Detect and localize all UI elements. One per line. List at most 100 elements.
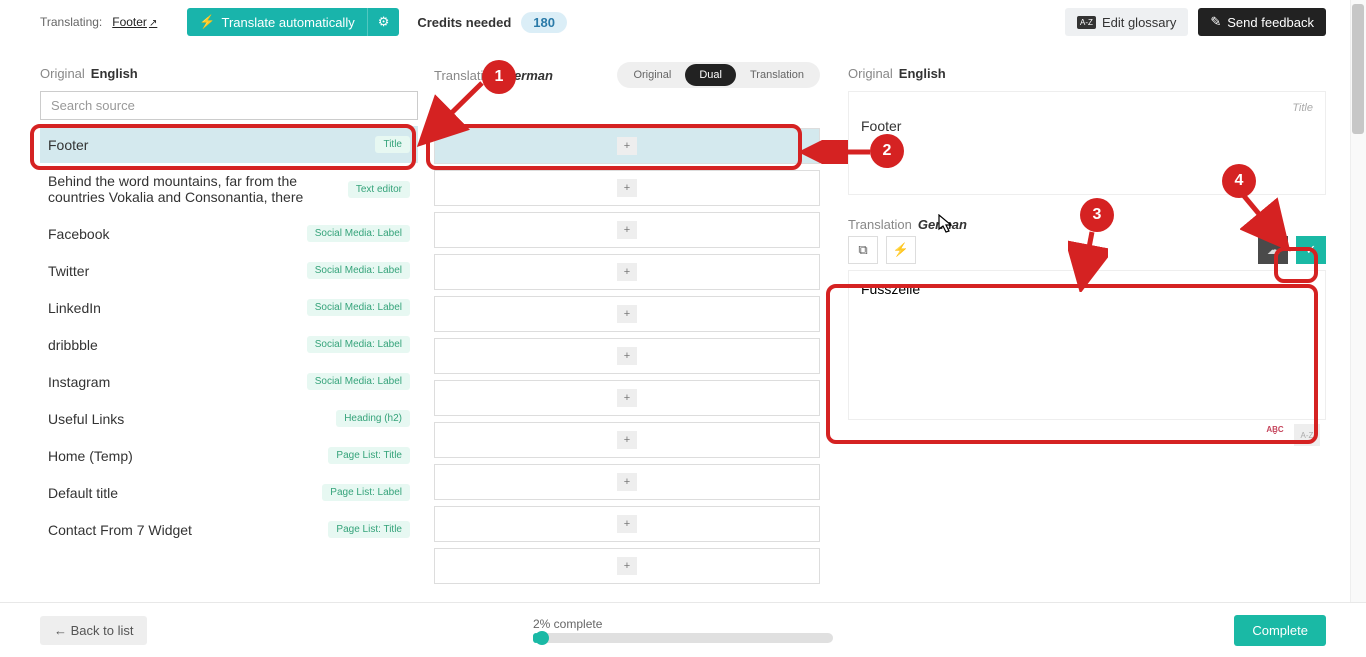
source-row[interactable]: Twitter Social Media: Label: [40, 252, 418, 289]
search-input[interactable]: [40, 91, 418, 120]
detail-original-box: Title Footer: [848, 91, 1326, 195]
source-row-badge: Page List: Title: [328, 447, 410, 464]
plus-icon: +: [617, 347, 637, 365]
view-toggle-translation[interactable]: Translation: [736, 64, 818, 86]
top-toolbar: Translating: Footer↗ ⚡ Translate automat…: [0, 0, 1366, 45]
plus-icon: +: [617, 557, 637, 575]
send-feedback-label: Send feedback: [1227, 15, 1314, 30]
original-header: Original English: [40, 48, 418, 91]
source-row[interactable]: FooterTitle: [40, 126, 418, 163]
source-row[interactable]: Useful Links Heading (h2): [40, 400, 418, 437]
translation-rows-list: + + + + + + + + + + +: [434, 124, 820, 602]
detail-translation-lang: German: [918, 217, 967, 232]
edit-glossary-label: Edit glossary: [1102, 15, 1176, 30]
progress-knob: [535, 631, 549, 645]
plus-icon: +: [617, 137, 637, 155]
translation-footer-tools: ABC ˇ A-Z: [848, 420, 1326, 446]
translating-label: Translating:: [40, 15, 102, 29]
view-toggle-dual[interactable]: Dual: [685, 64, 736, 86]
complete-button[interactable]: Complete: [1234, 615, 1326, 646]
translation-toolbar: ⧉ ⚡ ☁ ✓: [848, 236, 1326, 270]
copy-icon: ⧉: [858, 242, 867, 258]
translation-cell[interactable]: +: [434, 506, 820, 542]
main-panel: Original English FooterTitleBehind the w…: [0, 48, 1366, 602]
source-row[interactable]: dribbble Social Media: Label: [40, 326, 418, 363]
plus-icon: +: [617, 515, 637, 533]
translate-automatically-button[interactable]: ⚡ Translate automatically: [187, 8, 366, 36]
source-row-text: Contact From 7 Widget: [48, 522, 192, 538]
translation-cell[interactable]: +: [434, 212, 820, 248]
translation-cell[interactable]: +: [434, 338, 820, 374]
source-row-badge: Social Media: Label: [307, 336, 410, 353]
source-row[interactable]: Default titlePage List: Label: [40, 474, 418, 511]
source-row-badge: Social Media: Label: [307, 262, 410, 279]
source-row-badge: Social Media: Label: [307, 373, 410, 390]
source-row-text: Home (Temp): [48, 448, 133, 464]
detail-original-badge: Title: [1292, 102, 1313, 114]
bolt-icon: ⚡: [893, 242, 909, 258]
translate-settings-button[interactable]: ⚙: [367, 8, 400, 36]
source-row[interactable]: Facebook Social Media: Label: [40, 215, 418, 252]
edit-glossary-button[interactable]: A-Z Edit glossary: [1065, 8, 1188, 36]
translation-cell[interactable]: +: [434, 422, 820, 458]
plus-icon: +: [617, 473, 637, 491]
progress-track: [533, 633, 833, 643]
translation-textarea[interactable]: [848, 270, 1326, 420]
send-feedback-button[interactable]: ✎ Send feedback: [1198, 8, 1326, 36]
copy-source-button[interactable]: ⧉: [848, 236, 878, 264]
plus-icon: +: [617, 221, 637, 239]
source-row-text: Facebook: [48, 226, 109, 242]
glossary-lookup-icon[interactable]: A-Z: [1294, 424, 1320, 446]
upload-button[interactable]: ☁: [1258, 236, 1288, 264]
source-row[interactable]: Contact From 7 WidgetPage List: Title: [40, 511, 418, 548]
source-row[interactable]: Instagram Social Media: Label: [40, 363, 418, 400]
source-row-text: dribbble: [48, 337, 98, 353]
translate-auto-label: Translate automatically: [222, 15, 355, 30]
spellcheck-icon[interactable]: ABC ˇ: [1262, 424, 1288, 446]
detail-translation-header: Translation German: [848, 205, 1326, 236]
back-to-list-button[interactable]: ← Back to list: [40, 616, 147, 645]
detail-original-text: Footer: [849, 114, 1325, 194]
view-toggle-original[interactable]: Original: [619, 64, 685, 86]
detail-original-header: Original English: [848, 48, 1326, 91]
plus-icon: +: [617, 431, 637, 449]
auto-translate-button[interactable]: ⚡: [886, 236, 916, 264]
original-header-lang: English: [91, 66, 138, 81]
translation-cell[interactable]: +: [434, 464, 820, 500]
pencil-icon: ✎: [1210, 14, 1221, 30]
source-row-badge: Page List: Label: [322, 484, 410, 501]
translation-header-lang: German: [504, 68, 553, 83]
translation-cell[interactable]: +: [434, 254, 820, 290]
translate-auto-group: ⚡ Translate automatically ⚙: [187, 8, 399, 36]
source-row-badge: Heading (h2): [336, 410, 410, 427]
source-row[interactable]: LinkedInSocial Media: Label: [40, 289, 418, 326]
source-row[interactable]: Home (Temp) Page List: Title: [40, 437, 418, 474]
translation-cell[interactable]: +: [434, 380, 820, 416]
translation-cell[interactable]: +: [434, 128, 820, 164]
detail-translation-label: Translation: [848, 217, 912, 232]
translation-header-label: Translation: [434, 68, 498, 83]
source-row-badge: Social Media: Label: [307, 225, 410, 242]
original-header-label: Original: [40, 66, 85, 81]
detail-panel: Original English Title Footer Translatio…: [834, 48, 1326, 602]
translation-cell[interactable]: +: [434, 170, 820, 206]
credits-needed-value: 180: [521, 12, 567, 33]
source-row-text: Instagram: [48, 374, 110, 390]
plus-icon: +: [617, 305, 637, 323]
bottom-bar: ← Back to list 2% complete Complete: [0, 602, 1366, 657]
translation-cell[interactable]: +: [434, 296, 820, 332]
translating-link[interactable]: Footer↗: [112, 15, 157, 29]
view-mode-toggle: Original Dual Translation: [617, 62, 820, 88]
plus-icon: +: [617, 263, 637, 281]
progress-label: 2% complete: [533, 617, 833, 631]
source-row-text: Twitter: [48, 263, 89, 279]
check-icon: ✓: [1306, 242, 1317, 258]
detail-original-lang: English: [899, 66, 946, 81]
credits-needed-label: Credits needed: [417, 15, 511, 30]
source-row[interactable]: Behind the word mountains, far from the …: [40, 163, 418, 215]
confirm-translation-button[interactable]: ✓: [1296, 236, 1326, 264]
source-row-text: Useful Links: [48, 411, 124, 427]
back-label: Back to list: [71, 623, 134, 638]
detail-original-label: Original: [848, 66, 893, 81]
translation-cell[interactable]: +: [434, 548, 820, 584]
